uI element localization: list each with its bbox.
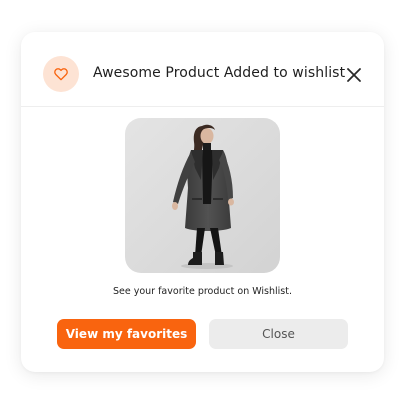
dialog-header: Awesome Product Added to wishlist: [21, 32, 384, 107]
view-favorites-button[interactable]: View my favorites: [57, 319, 196, 349]
close-button[interactable]: Close: [209, 319, 348, 349]
wishlist-dialog: Awesome Product Added to wishlist See yo…: [21, 32, 384, 372]
close-icon[interactable]: [346, 67, 362, 83]
dialog-message: See your favorite product on Wishlist.: [112, 286, 293, 297]
heart-badge: [43, 56, 79, 92]
dialog-title: Awesome Product Added to wishlist: [93, 65, 346, 81]
product-image: [125, 118, 280, 273]
heart-icon: [54, 68, 68, 81]
page-background: Awesome Product Added to wishlist See yo…: [0, 0, 405, 405]
